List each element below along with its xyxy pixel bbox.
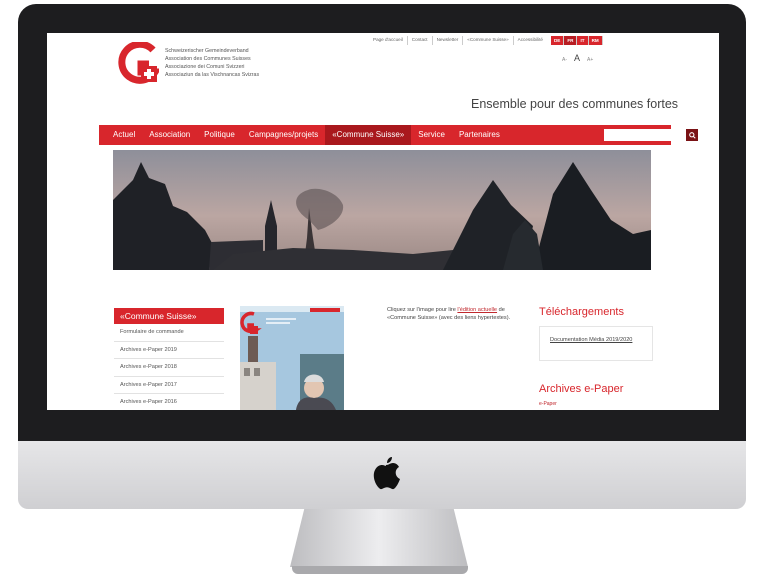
org-name-fr: Association des Communes Suisses	[165, 56, 251, 62]
main-navigation: Actuel Association Politique Campagnes/p…	[99, 125, 698, 145]
organisation-names: Schweizerischer Gemeindeverband Associat…	[165, 47, 259, 79]
topnav-commune-suisse-link[interactable]: «Commune Suisse»	[463, 36, 514, 45]
intro-text-before: Cliquez sur l'image pour lire	[387, 307, 456, 313]
lang-fr[interactable]: FR	[564, 36, 578, 45]
nav-politique[interactable]: Politique	[197, 125, 242, 145]
apple-logo-icon	[373, 457, 400, 490]
lang-it[interactable]: IT	[577, 36, 589, 45]
intro-text: Cliquez sur l'image pour lire l'édition …	[387, 306, 517, 322]
font-normal-button[interactable]: A	[574, 53, 580, 63]
sidebar-item-order-form[interactable]: Formulaire de commande	[114, 324, 224, 342]
archives-first-item[interactable]: e-Paper	[539, 401, 557, 407]
topnav-accessibility-link[interactable]: Accessibilité	[514, 36, 547, 45]
nav-association[interactable]: Association	[142, 125, 197, 145]
sidebar-item-archive-2016[interactable]: Archives e-Paper 2016	[114, 394, 224, 410]
tagline: Ensemble pour des communes fortes	[471, 97, 679, 111]
org-name-rm: Associaziun da las Vischnancas Svizras	[165, 72, 260, 78]
nav-actuel[interactable]: Actuel	[99, 125, 142, 145]
org-name-it: Associazione dei Comuni Svizzeri	[165, 64, 245, 70]
sidebar-title: «Commune Suisse»	[114, 308, 224, 324]
search-button[interactable]	[686, 129, 698, 141]
lang-rm[interactable]: RM	[589, 36, 603, 45]
media-documentation-link[interactable]: Documentation Média 2019/2020	[550, 337, 632, 343]
downloads-heading: Téléchargements	[539, 306, 624, 318]
nav-service[interactable]: Service	[411, 125, 452, 145]
font-increase-button[interactable]: A+	[587, 57, 593, 63]
sidebar-item-archive-2019[interactable]: Archives e-Paper 2019	[114, 342, 224, 359]
search-input[interactable]	[604, 129, 684, 141]
nav-partenaires[interactable]: Partenaires	[452, 125, 507, 145]
sidebar-menu: Formulaire de commande Archives e-Paper …	[114, 324, 224, 410]
nav-campagnes[interactable]: Campagnes/projets	[242, 125, 325, 145]
archives-heading: Archives e-Paper	[539, 383, 624, 395]
current-edition-link[interactable]: l'édition actuelle	[457, 307, 497, 313]
downloads-box: Documentation Média 2019/2020	[539, 326, 653, 361]
lang-de[interactable]: DE	[551, 36, 565, 45]
search-icon	[688, 131, 696, 139]
sidebar-item-archive-2017[interactable]: Archives e-Paper 2017	[114, 377, 224, 394]
website-screen: Schweizerischer Gemeindeverband Associat…	[47, 33, 719, 410]
topnav-home-link[interactable]: Page d'accueil	[369, 36, 408, 45]
hero-landscape-image	[113, 150, 651, 270]
imac-stand	[290, 509, 468, 567]
top-utility-nav: Page d'accueil Contact Newsletter «Commu…	[369, 36, 603, 45]
topnav-newsletter-link[interactable]: Newsletter	[433, 36, 464, 45]
sidebar-item-archive-2018[interactable]: Archives e-Paper 2018	[114, 359, 224, 377]
font-decrease-button[interactable]: A-	[562, 57, 567, 63]
language-switcher: DE FR IT RM	[550, 36, 603, 45]
org-name-de: Schweizerischer Gemeindeverband	[165, 48, 249, 54]
magazine-cover-image[interactable]	[240, 306, 344, 410]
acs-logo-icon[interactable]	[117, 42, 159, 86]
font-size-controls: A- A A+	[562, 53, 593, 63]
topnav-contact-link[interactable]: Contact	[408, 36, 433, 45]
nav-commune-suisse[interactable]: «Commune Suisse»	[325, 125, 412, 145]
imac-stand-base	[292, 566, 468, 574]
